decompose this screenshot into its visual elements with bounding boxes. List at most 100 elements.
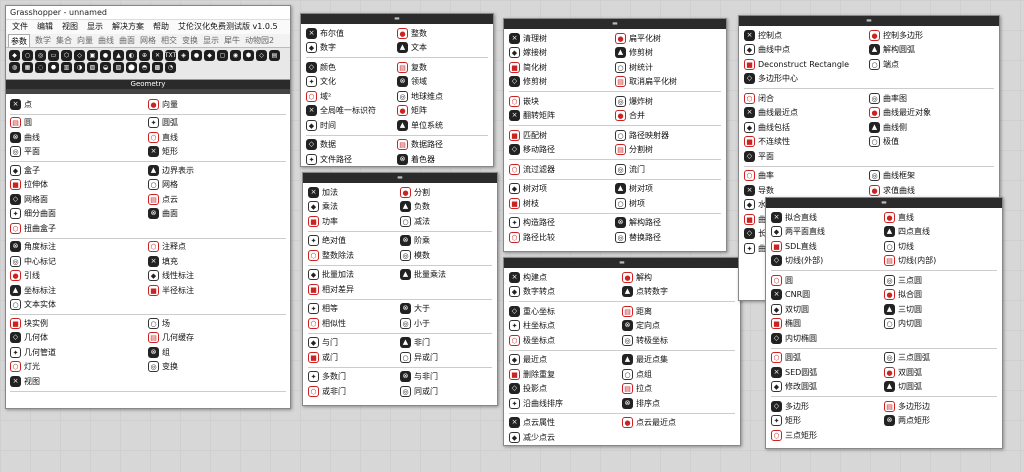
component-item[interactable]: × 填充 [148,254,286,269]
component-item[interactable]: ✦ 相等 [308,302,400,317]
component-item[interactable]: ▤ 几何缓存 [148,331,286,346]
component-item[interactable]: ▲ 曲线侧 [869,120,994,135]
component-item[interactable]: ◆ 两平面直线 [771,225,884,240]
menu-item[interactable]: 显示 [87,20,103,34]
component-item[interactable]: ✦ 多数门 [308,370,400,385]
component-item[interactable]: ⬡ 流过滤器 [509,162,615,177]
component-icon[interactable]: ▢ [217,50,228,61]
tab[interactable]: 集合 [56,34,72,47]
component-item[interactable]: ⬡ 曲率 [744,169,869,184]
component-item[interactable]: ○ 极值 [869,135,994,150]
component-item[interactable]: × 翻转矩阵 [509,109,615,124]
tab[interactable]: 变换 [182,34,198,47]
component-item[interactable]: ○ 减法 [400,214,492,229]
component-icon[interactable]: ⊕ [139,50,150,61]
component-item[interactable]: ◇ 平面 [744,149,869,164]
component-icon[interactable]: ● [100,50,111,61]
component-item[interactable]: ◇ 网格面 [10,192,148,207]
component-item[interactable]: × 拟合直线 [771,210,884,225]
component-icon[interactable]: ◉ [230,50,241,61]
component-item[interactable]: × 导数 [744,183,869,198]
component-item[interactable]: ● 合并 [615,109,721,124]
component-icon[interactable]: ✕ [152,50,163,61]
component-item[interactable]: ■ 半径标注 [148,283,286,298]
component-item[interactable]: ■ 或门 [308,350,400,365]
component-icon[interactable]: ◓ [139,62,150,73]
menu-item[interactable]: 艾伦汉化免费测试版 v1.0.5 [178,20,278,34]
tab[interactable]: 犀牛 [224,34,240,47]
component-item[interactable]: ◎ 中心标记 [10,254,148,269]
component-item[interactable]: ⊗ 解构路径 [615,216,721,231]
component-item[interactable]: ● 拟合圆 [884,288,997,303]
component-item[interactable]: ■ 删除重复 [509,367,622,382]
component-item[interactable]: ○ 端点 [869,57,994,72]
component-item[interactable]: ○ 文本实体 [10,298,148,313]
component-item[interactable]: ◆ 树对项 [509,182,615,197]
component-item[interactable]: ▲ 解构圆弧 [869,43,994,58]
component-icon[interactable]: ◆ [204,50,215,61]
component-icon[interactable]: ◆ [9,50,20,61]
component-icon[interactable]: ◒ [100,62,111,73]
component-item[interactable]: ⊗ 曲面 [148,207,286,222]
component-icon[interactable]: ⬤ [126,62,137,73]
component-item[interactable]: ● 双圆弧 [884,365,997,380]
component-item[interactable]: ⬡ 相似性 [308,316,400,331]
component-item[interactable]: × 点 [10,97,148,112]
component-item[interactable]: ■ 简化树 [509,60,615,75]
component-item[interactable]: × 曲线最近点 [744,106,869,121]
component-item[interactable]: ▲ 负数 [400,200,492,215]
component-icon[interactable]: ▦ [22,62,33,73]
component-icon[interactable]: ◐ [126,50,137,61]
component-item[interactable]: ⊗ 角度标注 [10,240,148,255]
component-item[interactable]: ◆ 盒子 [10,163,148,178]
component-item[interactable]: × 布尔值 [306,26,397,41]
component-item[interactable]: ▤ 圆 [10,116,148,131]
component-item[interactable]: ◇ 修剪树 [509,75,615,90]
component-icon[interactable]: ◍ [9,62,20,73]
component-item[interactable]: ⬡ 圆 [771,273,884,288]
component-item[interactable]: ⬡ 整数除法 [308,248,400,263]
component-item[interactable]: ▲ 边界表示 [148,163,286,178]
component-item[interactable]: ◎ 替换路径 [615,230,721,245]
component-icon[interactable]: ◔ [165,62,176,73]
component-item[interactable]: ⬡ 或非门 [308,384,400,399]
component-item[interactable]: ⊗ 两点矩形 [884,414,997,429]
component-item[interactable]: ✦ 构造路径 [509,216,615,231]
component-item[interactable]: ⬡ 圆弧 [771,351,884,366]
component-item[interactable]: ◇ 颜色 [306,60,397,75]
component-item[interactable]: ■ 功率 [308,214,400,229]
component-item[interactable]: ⬡ 注释点 [148,240,286,255]
component-item[interactable]: ◆ 批量加法 [308,268,400,283]
component-item[interactable]: ● 曲线最近对象 [869,106,994,121]
component-item[interactable]: ● 求值曲线 [869,183,994,198]
component-item[interactable]: ▤ 多边形边 [884,399,997,414]
component-item[interactable]: ◎ 曲线框架 [869,169,994,184]
component-item[interactable]: ▲ 树对项 [615,182,721,197]
component-item[interactable]: ✦ 柱坐标点 [509,319,622,334]
component-item[interactable]: ● 扁平化树 [615,31,721,46]
component-item[interactable]: ■ 椭圆 [771,317,884,332]
component-icon[interactable]: ▣ [87,50,98,61]
component-item[interactable]: ⬡ 扭曲盒子 [10,221,148,236]
tab[interactable]: 动物园2 [245,34,274,47]
component-item[interactable]: ◆ 线性标注 [148,269,286,284]
component-item[interactable]: ⬡ 极坐标点 [509,333,622,348]
component-item[interactable]: ◆ 减少点云 [509,430,622,445]
component-item[interactable]: ◇ 数据 [306,138,397,153]
component-item[interactable]: ▤ 距离 [622,304,735,319]
tab-params[interactable]: 参数 [8,34,30,47]
component-item[interactable]: ● 矩阵 [397,104,488,119]
component-icon[interactable]: ▩ [152,62,163,73]
component-item[interactable]: ▲ 批量乘法 [400,268,492,283]
component-item[interactable]: ◎ 曲率图 [869,91,994,106]
component-item[interactable]: ▤ 切线(内部) [884,254,997,269]
component-icon[interactable]: ⬢ [243,50,254,61]
menu-item[interactable]: 帮助 [153,20,169,34]
menu-item[interactable]: 视图 [62,20,78,34]
component-item[interactable]: ● 分割 [400,185,492,200]
component-icon[interactable]: ▧ [87,62,98,73]
component-item[interactable]: ✦ 绝对值 [308,234,400,249]
component-item[interactable]: × 控制点 [744,28,869,43]
component-item[interactable]: ◇ 切线(外部) [771,254,884,269]
component-item[interactable]: ⬡ 三点矩形 [771,428,884,443]
